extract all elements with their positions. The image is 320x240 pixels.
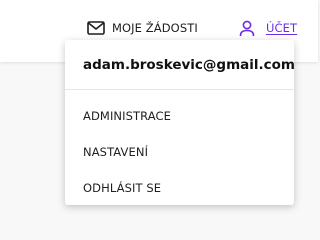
- menu-divider: [65, 89, 294, 90]
- menu-item-administration[interactable]: ADMINISTRACE: [83, 109, 171, 123]
- account-label: ÚČET: [266, 21, 298, 35]
- menu-item-logout[interactable]: ODHLÁSIT SE: [83, 181, 161, 195]
- menu-item-settings[interactable]: NASTAVENÍ: [83, 145, 148, 159]
- my-requests-link[interactable]: MOJE ŽÁDOSTI: [87, 20, 198, 36]
- account-dropdown-menu: adam.broskevic@gmail.com ADMINISTRACE NA…: [65, 40, 295, 205]
- mail-icon: [87, 20, 105, 36]
- my-requests-label: MOJE ŽÁDOSTI: [112, 21, 198, 35]
- account-menu-button[interactable]: ÚČET: [239, 20, 297, 36]
- user-email: adam.broskevic@gmail.com: [83, 57, 295, 73]
- user-icon: [239, 20, 257, 36]
